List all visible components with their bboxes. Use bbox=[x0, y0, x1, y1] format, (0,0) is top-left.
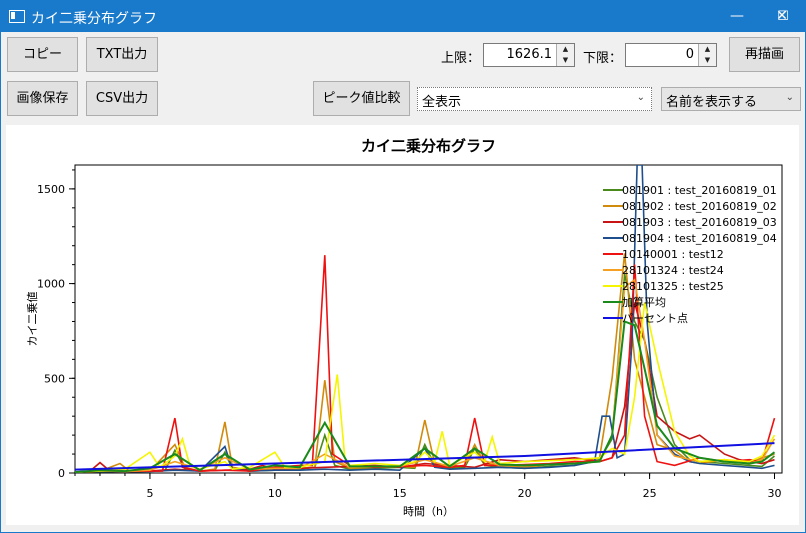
display-select-value: 全表示 bbox=[422, 95, 462, 110]
redraw-button[interactable]: 再描画 bbox=[729, 37, 800, 72]
legend-entry: 081903 : test_20160819_03 bbox=[622, 216, 777, 229]
close-button[interactable]: ✕ bbox=[759, 1, 805, 32]
minimize-button[interactable]: — bbox=[714, 1, 760, 32]
x-axis-label: 時間（h） bbox=[403, 505, 454, 518]
peak-compare-button[interactable]: ピーク値比較 bbox=[313, 81, 410, 116]
x-tick-label: 30 bbox=[768, 487, 782, 500]
lower-stepper-arrows[interactable]: ▲ ▼ bbox=[698, 44, 716, 66]
legend-entry: 081904 : test_20160819_04 bbox=[622, 232, 777, 245]
csv-output-button[interactable]: CSV出力 bbox=[86, 81, 158, 116]
x-tick-label: 10 bbox=[268, 487, 282, 500]
y-tick-label: 500 bbox=[44, 372, 65, 385]
upper-limit-label: 上限： bbox=[441, 51, 481, 66]
legend-entry: 10140001 : test12 bbox=[622, 248, 724, 261]
stepper-up-icon[interactable]: ▲ bbox=[557, 44, 574, 55]
legend-entry: 081902 : test_20160819_02 bbox=[622, 200, 777, 213]
x-tick-label: 5 bbox=[146, 487, 153, 500]
legend-entry: 28101324 : test24 bbox=[622, 264, 724, 277]
chart-area: カイ二乗分布グラフ 5 10 15 20 25 30 0 500 1000 1500 時間（h） カイ二… bbox=[6, 125, 799, 525]
lower-limit-value[interactable]: 0 bbox=[686, 47, 694, 62]
legend-entry: パーセント点 bbox=[622, 312, 688, 325]
y-tick-label: 1500 bbox=[37, 183, 65, 196]
upper-limit-stepper[interactable]: 1626.1 ▲ ▼ bbox=[483, 43, 575, 67]
x-tick-label: 20 bbox=[518, 487, 532, 500]
lower-limit-stepper[interactable]: 0 ▲ ▼ bbox=[625, 43, 717, 67]
title-bar[interactable]: カイ二乗分布グラフ — ☐ ✕ bbox=[1, 1, 805, 32]
chart-title: カイ二乗分布グラフ bbox=[361, 137, 496, 155]
chi-square-chart: カイ二乗分布グラフ 5 10 15 20 25 30 0 500 1000 1500 時間（h） カイ二… bbox=[26, 137, 783, 518]
y-tick-label: 1000 bbox=[37, 278, 65, 291]
y-tick-label: 0 bbox=[58, 467, 65, 480]
stepper-down-icon[interactable]: ▼ bbox=[699, 55, 716, 66]
chevron-down-icon: ⌄ bbox=[636, 92, 645, 103]
save-image-button[interactable]: 画像保存 bbox=[7, 81, 78, 116]
y-axis-label: カイ二乗値 bbox=[26, 292, 39, 347]
stepper-up-icon[interactable]: ▲ bbox=[699, 44, 716, 55]
name-display-select-value: 名前を表示する bbox=[666, 95, 758, 110]
display-select[interactable]: 全表示 ⌄ bbox=[417, 87, 652, 111]
x-tick-label: 25 bbox=[643, 487, 657, 500]
txt-output-button[interactable]: TXT出力 bbox=[86, 37, 158, 72]
copy-button[interactable]: コピー bbox=[7, 37, 78, 72]
chevron-down-icon: ⌄ bbox=[785, 92, 794, 103]
legend-entry: 081901 : test_20160819_01 bbox=[622, 184, 777, 197]
name-display-select[interactable]: 名前を表示する ⌄ bbox=[661, 87, 801, 111]
lower-limit-label: 下限： bbox=[583, 51, 623, 66]
upper-limit-value[interactable]: 1626.1 bbox=[507, 47, 553, 62]
upper-stepper-arrows[interactable]: ▲ ▼ bbox=[556, 44, 574, 66]
legend-entry: 加算平均 bbox=[622, 295, 666, 309]
window-title: カイ二乗分布グラフ bbox=[31, 11, 157, 27]
app-icon bbox=[9, 10, 25, 23]
stepper-down-icon[interactable]: ▼ bbox=[557, 55, 574, 66]
x-tick-label: 15 bbox=[393, 487, 407, 500]
app-window: カイ二乗分布グラフ — ☐ ✕ コピー TXT出力 上限： 1626.1 ▲ ▼… bbox=[0, 0, 806, 533]
legend-entry: 28101325 : test25 bbox=[622, 280, 724, 293]
